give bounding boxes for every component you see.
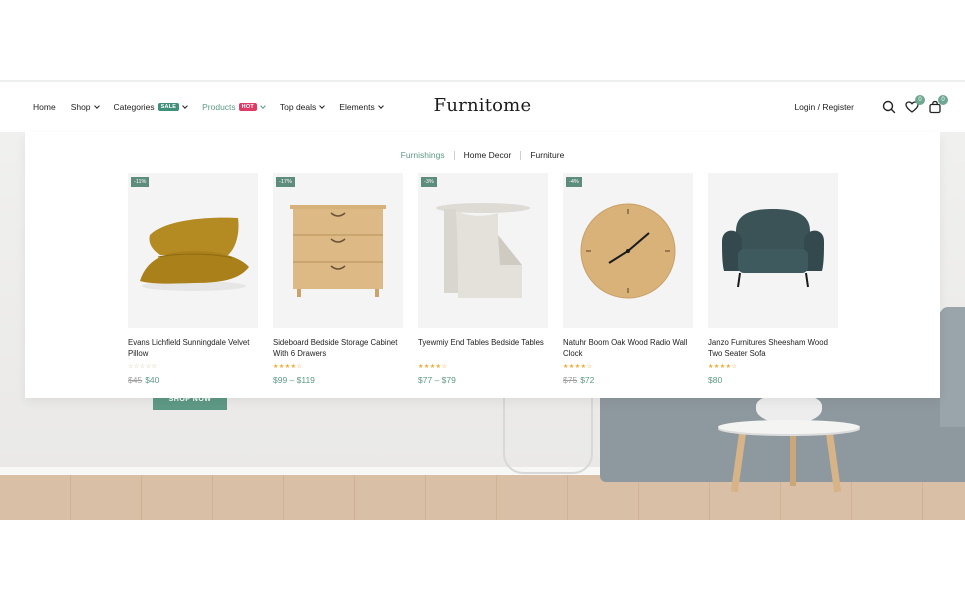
site-header: Home Shop Categories SALE Products HOT T…	[0, 82, 965, 132]
cart-count-badge: 0	[938, 95, 948, 105]
sofa-arm-image	[940, 307, 965, 427]
mega-menu-tabs: Furnishings Home Decor Furniture	[25, 150, 940, 160]
discount-badge: -17%	[276, 177, 295, 187]
rating-stars: ☆☆☆☆☆	[128, 364, 158, 370]
products-mega-menu: Furnishings Home Decor Furniture -11% Ev…	[25, 132, 940, 398]
rating-stars: ★★★★☆	[273, 364, 303, 370]
old-price: $75	[563, 375, 578, 385]
rating-stars: ★★★★☆	[708, 364, 738, 370]
current-price: $80	[708, 375, 723, 385]
tab-divider	[453, 150, 455, 160]
product-price: $99 – $119	[273, 375, 403, 385]
product-image[interactable]: -3%	[418, 173, 548, 328]
product-card[interactable]: -3% Tyewmiy End Tables Bedside Tables ★★…	[418, 173, 548, 385]
product-name[interactable]: Janzo Furnitures Sheesham Wood Two Seate…	[708, 337, 838, 359]
tab-divider	[520, 150, 522, 160]
product-name[interactable]: Evans Lichfield Sunningdale Velvet Pillo…	[128, 337, 258, 359]
product-image[interactable]	[708, 173, 838, 328]
current-price: $40	[145, 375, 160, 385]
tab-home-decor[interactable]: Home Decor	[464, 150, 512, 160]
wall-clock-image	[580, 203, 676, 299]
armchair-image	[722, 209, 824, 288]
current-price: $72	[580, 375, 595, 385]
discount-badge: -11%	[131, 177, 150, 187]
product-name[interactable]: Tyewmiy End Tables Bedside Tables	[418, 337, 548, 359]
old-price: $45	[128, 375, 143, 385]
current-price: $77 – $79	[418, 375, 456, 385]
product-card[interactable]: -11% Evans Lichfield Sunningdale Velvet …	[128, 173, 258, 385]
product-image[interactable]: -4%	[563, 173, 693, 328]
product-price: $45 $40	[128, 375, 258, 385]
product-card[interactable]: -17% Sideboard Bedside Storage Cabinet W…	[273, 173, 403, 385]
product-name[interactable]: Sideboard Bedside Storage Cabinet With 6…	[273, 337, 403, 359]
side-table-image	[718, 420, 860, 434]
table-leg	[790, 434, 796, 486]
product-grid: -11% Evans Lichfield Sunningdale Velvet …	[128, 173, 853, 385]
pillow-image	[140, 217, 249, 291]
product-price: $75 $72	[563, 375, 693, 385]
tab-furniture[interactable]: Furniture	[530, 150, 564, 160]
end-table-image	[436, 203, 530, 298]
product-image[interactable]: -17%	[273, 173, 403, 328]
cart-button[interactable]: 0	[927, 95, 948, 115]
header-actions: Login / Register 0 0	[794, 82, 948, 132]
product-card[interactable]: Janzo Furnitures Sheesham Wood Two Seate…	[708, 173, 838, 385]
rating-stars: ★★★★☆	[418, 364, 448, 370]
product-card[interactable]: -4% Natuhr Boom Oak Wood Radio Wall Cloc…	[563, 173, 693, 385]
search-button[interactable]	[881, 99, 897, 115]
wishlist-button[interactable]: 0	[904, 95, 925, 115]
current-price: $99 – $119	[273, 375, 315, 385]
tab-furnishings[interactable]: Furnishings	[401, 150, 445, 160]
chair-legs-image	[503, 394, 593, 474]
product-price: $77 – $79	[418, 375, 548, 385]
discount-badge: -4%	[566, 177, 582, 187]
login-register-link[interactable]: Login / Register	[794, 102, 854, 112]
product-name[interactable]: Natuhr Boom Oak Wood Radio Wall Clock	[563, 337, 693, 359]
wishlist-count-badge: 0	[915, 95, 925, 105]
search-icon	[882, 100, 896, 114]
discount-badge: -3%	[421, 177, 437, 187]
product-image[interactable]: -11%	[128, 173, 258, 328]
cabinet-image	[290, 205, 386, 297]
product-price: $80	[708, 375, 838, 385]
rating-stars: ★★★★☆	[563, 364, 593, 370]
